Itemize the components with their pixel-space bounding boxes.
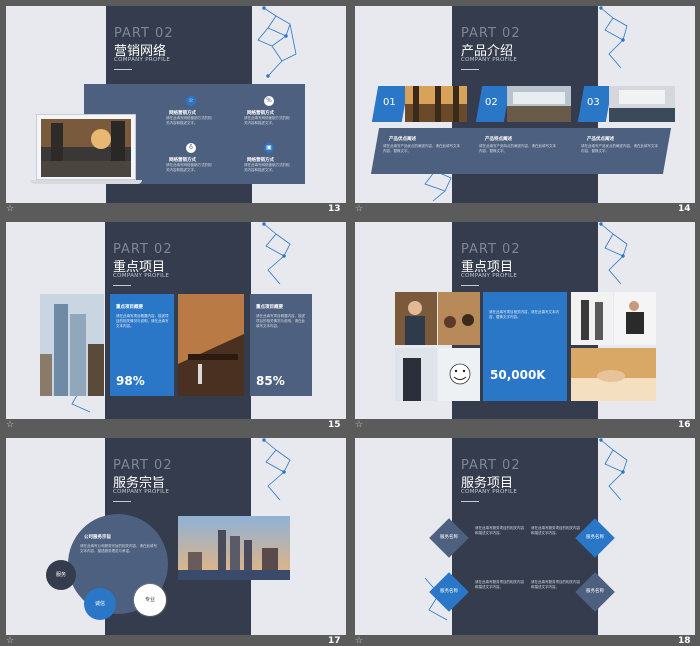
slide-thumbnail-16[interactable]: PART 02 重点项目 COMPANY PROFILE 请在此填写项目相关内容… <box>355 222 695 419</box>
interior-photo <box>178 294 244 396</box>
part-label: PART 02 <box>461 458 521 473</box>
part-label: PART 02 <box>461 242 521 257</box>
title-underline <box>461 501 479 502</box>
slide-number: 14 <box>678 204 691 214</box>
businessman-photo <box>395 348 437 401</box>
part-label: PART 02 <box>113 458 173 473</box>
title-underline <box>461 285 479 286</box>
service-text: 请在此填写服务项目的相关内容和描述文字内容。 <box>475 580 524 589</box>
title-underline <box>113 501 131 502</box>
part-label: PART 02 <box>461 26 521 41</box>
item-text: 请在此填写网络营销方式的相关内容和描述文字。 <box>166 163 212 172</box>
company-profile-label: COMPANY PROFILE <box>113 273 170 279</box>
link-icon: % <box>264 96 274 106</box>
slide-number: 13 <box>328 204 341 214</box>
card-text: 请在此填写项目相关内容，请在此填写文本内容，替换文字内容。 <box>489 310 559 319</box>
slide-thumbnail-17[interactable]: PART 02 服务宗旨 COMPANY PROFILE 公司服务宗旨 请在此填… <box>6 438 346 635</box>
card-text: 请在此填写项目概要内容，描述项目的相关情况与说明，请在此填写文本内容。 <box>116 314 169 328</box>
item-text: 请在此填写网络营销方式的相关内容和描述文字。 <box>166 116 212 125</box>
item-text: 请在此填写网络营销方式的相关内容和描述文字。 <box>244 163 290 172</box>
diamond-label: 服务名称 <box>586 535 604 540</box>
tab-number: 02 <box>485 97 498 108</box>
col-title: 产品优点阐述 <box>587 137 614 142</box>
tab-number: 03 <box>587 97 600 108</box>
diamond-label: 服务名称 <box>440 535 458 540</box>
service-text: 请在此填写服务项目的相关内容和描述文字内容。 <box>531 526 580 535</box>
integrity-bubble: 诚信 <box>84 588 116 620</box>
walking-people-photo <box>571 292 613 345</box>
company-profile-label: COMPANY PROFILE <box>461 273 518 279</box>
card-text: 请在此填写项目概要内容，描述项目的相关情况与说明，请在此填写文本内容。 <box>256 314 305 328</box>
part-label: PART 02 <box>114 26 174 41</box>
title-underline <box>113 285 131 286</box>
bulb-icon: ♁ <box>186 143 196 153</box>
slide-thumbnail-13[interactable]: PART 02 营销网络 COMPANY PROFILE ☆ % ♁ ▣ 网络营… <box>6 6 346 203</box>
item-text: 请在此填写网络营销方式的相关内容和描述文字。 <box>244 116 290 125</box>
company-profile-label: COMPANY PROFILE <box>461 57 518 63</box>
company-profile-label: COMPANY PROFILE <box>461 489 518 495</box>
service-bubble: 服务 <box>46 560 76 590</box>
star-icon: ☆ <box>6 420 15 430</box>
diamond-label: 服务名称 <box>586 589 604 594</box>
card-value: 98% <box>116 374 145 388</box>
slide-number: 17 <box>328 636 341 646</box>
card-title: 重点项目概要 <box>116 305 143 310</box>
col-text: 请在此填写产品特点的阐述内容，请在此填写文本内容，替换文字。 <box>479 144 556 153</box>
service-text: 请在此填写服务项目的相关内容和描述文字内容。 <box>531 580 580 589</box>
tab-number: 01 <box>383 97 396 108</box>
slide-thumbnail-15[interactable]: PART 02 重点项目 COMPANY PROFILE 重点项目概要 请在此填… <box>6 222 346 419</box>
value-card <box>483 292 567 401</box>
slide-number: 16 <box>678 420 691 430</box>
service-text: 请在此填写服务项目的相关内容和描述文字内容。 <box>475 526 524 535</box>
building-photo <box>405 86 467 122</box>
card-value: 50,000K <box>490 368 546 382</box>
city-street-photo <box>41 119 131 177</box>
title-underline <box>461 69 479 70</box>
image-icon: ▣ <box>264 143 274 153</box>
col-title: 产品特点阐述 <box>485 137 512 142</box>
col-title: 产品优点阐述 <box>389 137 416 142</box>
professional-bubble: 专业 <box>134 584 166 616</box>
circle-title: 公司服务宗旨 <box>84 535 111 540</box>
slide-thumbnail-14[interactable]: PART 02 产品介绍 COMPANY PROFILE 01 02 03 产品… <box>355 6 695 203</box>
seated-man-photo <box>614 292 656 345</box>
smiley-card-photo <box>438 348 480 401</box>
col-text: 请在此填写产品优点的阐述内容，请在此填写文本内容，替换文字。 <box>581 144 658 153</box>
handshake-photo <box>571 348 656 401</box>
card-title: 重点项目概要 <box>256 305 283 310</box>
audience-photo <box>438 292 480 345</box>
part-label: PART 02 <box>113 242 173 257</box>
office-photo <box>507 86 571 122</box>
speaker-photo <box>395 292 437 345</box>
card-value: 85% <box>256 374 285 388</box>
star-icon: ☆ <box>6 636 15 646</box>
title-underline <box>114 69 132 70</box>
laptop-screen <box>36 114 136 180</box>
company-profile-label: COMPANY PROFILE <box>113 489 170 495</box>
slide-thumbnail-18[interactable]: PART 02 服务项目 COMPANY PROFILE 服务名称 请在此填写服… <box>355 438 695 635</box>
meeting-room-photo <box>609 86 675 122</box>
diamond-label: 服务名称 <box>440 589 458 594</box>
skyline-photo <box>178 516 290 580</box>
col-text: 请在此填写产品优点的阐述内容，请在此填写文本内容，替换文字。 <box>383 144 460 153</box>
star-icon: ☆ <box>355 204 364 214</box>
circle-text: 请在此填写公司服务宗旨的相关内容，请在此填写文本内容，描述服务理念与承诺。 <box>80 544 157 553</box>
star-icon: ☆ <box>186 96 196 106</box>
star-icon: ☆ <box>355 420 364 430</box>
skyscraper-photo <box>40 294 104 396</box>
laptop-base <box>30 180 142 184</box>
slide-number: 18 <box>678 636 691 646</box>
star-icon: ☆ <box>6 204 15 214</box>
company-profile-label: COMPANY PROFILE <box>114 57 171 63</box>
star-icon: ☆ <box>355 636 364 646</box>
slide-number: 15 <box>328 420 341 430</box>
